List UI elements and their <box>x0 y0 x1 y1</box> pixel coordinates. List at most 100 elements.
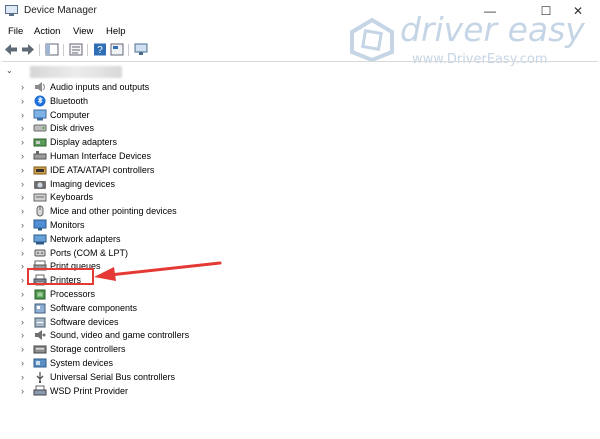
camera-icon <box>34 180 46 189</box>
tree-item-label: Sound, video and game controllers <box>50 330 190 341</box>
tree-item-display-adapters[interactable]: › Display adapters <box>0 136 260 150</box>
expand-chevron-icon[interactable]: › <box>21 123 24 133</box>
tree-item-software-devices[interactable]: › Software devices <box>0 316 260 330</box>
expand-chevron-icon[interactable]: › <box>21 330 24 340</box>
toolbar-separator <box>87 44 88 56</box>
software-component-icon <box>34 303 46 314</box>
tree-item-label: System devices <box>50 358 114 368</box>
storage-controller-icon <box>33 345 47 354</box>
back-arrow-icon[interactable] <box>4 43 18 56</box>
expand-chevron-icon[interactable]: › <box>21 165 24 175</box>
hid-icon <box>33 151 47 160</box>
window-title: Device Manager <box>24 5 97 16</box>
scan-hardware-icon[interactable] <box>134 43 148 56</box>
expand-chevron-icon[interactable]: › <box>21 110 24 120</box>
tree-item-wsd-print-provider[interactable]: › WSD Print Provider <box>0 385 260 399</box>
expand-chevron-icon[interactable]: › <box>21 82 24 92</box>
expand-chevron-icon[interactable]: › <box>21 358 24 368</box>
expand-chevron-icon[interactable]: › <box>21 289 24 299</box>
tree-item-human-interface-devices[interactable]: › Human Interface Devices <box>0 150 260 164</box>
tree-item-monitors[interactable]: › Monitors <box>0 219 260 233</box>
toolbar-separator <box>39 44 40 56</box>
speaker-icon <box>35 82 45 92</box>
tree-item-mice-and-other-pointing-devices[interactable]: › Mice and other pointing devices <box>0 205 260 219</box>
forward-arrow-icon[interactable] <box>21 43 35 56</box>
display-adapter-icon <box>33 138 47 147</box>
menu-help[interactable]: Help <box>106 26 126 37</box>
processor-icon <box>34 289 46 300</box>
wsd-printer-icon <box>33 385 47 396</box>
tree-item-keyboards[interactable]: › Keyboards <box>0 191 260 205</box>
system-device-icon <box>33 358 47 368</box>
tree-item-label: Bluetooth <box>50 95 89 106</box>
tree-item-label: Display adapters <box>50 137 118 148</box>
tree-item-network-adapters[interactable]: › Network adapters <box>0 233 260 247</box>
expand-chevron-icon[interactable]: › <box>21 261 24 271</box>
tree-item-label: WSD Print Provider <box>50 385 129 396</box>
tree-item-storage-controllers[interactable]: › Storage controllers <box>0 343 260 357</box>
device-manager-icon <box>5 5 18 16</box>
menu-file[interactable]: File <box>8 26 23 37</box>
red-arrow-annotation <box>94 261 222 281</box>
tree-item-software-components[interactable]: › Software components <box>0 302 260 316</box>
tree-item-processors[interactable]: › Processors <box>0 288 260 302</box>
expand-chevron-icon[interactable]: › <box>21 317 24 327</box>
usb-icon <box>36 371 44 383</box>
tree-item-ide-ata-atapi-controllers[interactable]: › IDE ATA/ATAPI controllers <box>0 164 260 178</box>
network-adapter-icon <box>33 234 47 245</box>
properties-icon[interactable] <box>69 43 83 56</box>
tree-item-label: Universal Serial Bus controllers <box>50 371 176 382</box>
show-hide-console-tree-icon[interactable] <box>45 43 59 56</box>
tree-item-label: Processors <box>50 289 96 299</box>
toolbar-separator <box>128 44 129 56</box>
expand-chevron-icon[interactable]: › <box>21 344 24 354</box>
tree-item-label: Imaging devices <box>50 178 116 189</box>
toolbar: ? <box>0 41 600 59</box>
tree-item-label: Audio inputs and outputs <box>50 82 150 92</box>
expand-chevron-icon[interactable]: › <box>21 192 24 202</box>
tree-item-sound-video-and-game-controllers[interactable]: › Sound, video and game controllers <box>0 329 260 343</box>
port-icon <box>34 249 46 257</box>
expand-chevron-icon[interactable]: › <box>21 303 24 313</box>
bluetooth-icon <box>34 95 46 107</box>
tree-item-bluetooth[interactable]: › Bluetooth <box>0 95 260 109</box>
tree-item-computer[interactable]: › Computer <box>0 109 260 123</box>
mouse-icon <box>36 205 44 217</box>
tree-item-imaging-devices[interactable]: › Imaging devices <box>0 178 260 192</box>
computer-icon <box>33 109 47 121</box>
disk-drive-icon <box>33 124 47 132</box>
software-device-icon <box>34 317 46 328</box>
expand-chevron-icon[interactable]: › <box>21 137 24 147</box>
tree-item-label: Software devices <box>50 316 119 327</box>
tree-item-label: Mice and other pointing devices <box>50 206 177 217</box>
menu-action[interactable]: Action <box>34 26 60 37</box>
tree-item-universal-serial-bus-controllers[interactable]: › Universal Serial Bus controllers <box>0 371 260 385</box>
update-driver-icon[interactable] <box>110 43 124 56</box>
expand-chevron-icon[interactable]: › <box>21 151 24 161</box>
printers-highlight-box <box>27 268 94 285</box>
expand-chevron-icon[interactable]: › <box>21 248 24 258</box>
keyboard-icon <box>33 193 47 202</box>
expand-chevron-icon[interactable]: › <box>21 96 24 106</box>
tree-item-system-devices[interactable]: › System devices <box>0 357 260 371</box>
tree-item-label: Storage controllers <box>50 344 126 355</box>
expand-chevron-icon[interactable]: › <box>21 206 24 216</box>
expand-chevron-icon[interactable]: › <box>21 179 24 189</box>
tree-item-label: Computer <box>50 109 90 120</box>
tree-item-label: IDE ATA/ATAPI controllers <box>50 164 155 175</box>
tree-item-label: Software components <box>50 302 138 313</box>
expand-chevron-icon[interactable]: › <box>21 234 24 244</box>
menu-view[interactable]: View <box>73 26 93 37</box>
sound-controller-icon <box>35 330 46 341</box>
tree-item-audio-inputs-and-outputs[interactable]: › Audio inputs and outputs <box>0 81 260 95</box>
help-icon[interactable]: ? <box>93 43 107 56</box>
collapse-chevron-icon[interactable]: ⌄ <box>6 66 13 75</box>
expand-chevron-icon[interactable]: › <box>21 220 24 230</box>
tree-item-label: Human Interface Devices <box>50 151 152 161</box>
expand-chevron-icon[interactable]: › <box>21 386 24 396</box>
expand-chevron-icon[interactable]: › <box>21 275 24 285</box>
tree-item-disk-drives[interactable]: › Disk drives <box>0 122 260 136</box>
svg-text:?: ? <box>97 45 103 56</box>
expand-chevron-icon[interactable]: › <box>21 372 24 382</box>
tree-item-label: Monitors <box>50 220 85 230</box>
